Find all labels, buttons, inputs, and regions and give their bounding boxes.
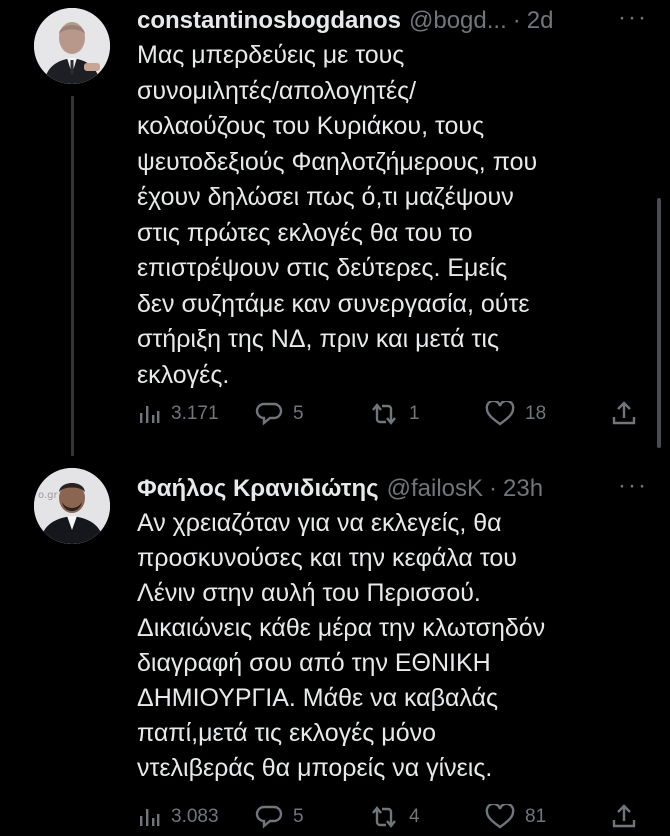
like-button[interactable]: 18 [485, 397, 546, 431]
retweet-icon [372, 806, 396, 828]
share-icon [612, 804, 636, 828]
tweet-text-line: στήριξη της ΝΔ, πριν και μετά τις [137, 325, 500, 353]
tweet-text-line: εκλογές. [137, 360, 230, 389]
tweet-text-line: έχουν δηλώσει πως ό,τι μαζέψουν [137, 183, 514, 211]
tweet-text-line: κολαούζους του Κυριάκου, τους [137, 112, 485, 140]
retweet-count: 1 [409, 403, 420, 424]
reply-icon [255, 402, 283, 426]
share-button[interactable] [611, 800, 637, 834]
tweet[interactable]: constantinosbogdanos @bogd... · 2d ··· Μ… [0, 0, 670, 456]
like-count: 18 [525, 403, 547, 424]
timestamp[interactable]: 2d [527, 7, 554, 35]
views-count: 3.083 [171, 806, 219, 827]
retweet-count: 4 [409, 806, 420, 827]
tweet-text-line: Μας μπερδεύεις με τους [137, 41, 405, 69]
tweet[interactable]: o.gr Φαήλος Κρανιδιώτης @failosK · 23h ·… [0, 460, 670, 836]
more-options-icon[interactable]: ··· [618, 472, 648, 500]
like-button[interactable]: 81 [485, 800, 546, 834]
retweet-icon [372, 403, 396, 425]
tweet-text-line: Δικαιώνεις κάθε μέρα την κλωτσηδόν [137, 614, 546, 642]
reply-count: 5 [293, 403, 304, 424]
reply-button[interactable]: 5 [255, 800, 304, 834]
tweet-text-line: στις πρώτες εκλογές θα του το [137, 218, 473, 247]
thread-connector-line [71, 96, 74, 456]
avatar[interactable] [34, 8, 110, 84]
analytics-icon [140, 406, 160, 423]
tweet-text-line: επιστρέψουν στις δεύτερες. Εμείς [137, 254, 508, 282]
tweet-text-line: παπί,μετά τις εκλογές μόνο [137, 719, 437, 747]
share-button[interactable] [611, 397, 637, 431]
views-button[interactable]: 3.083 [137, 800, 219, 834]
more-options-icon[interactable]: ··· [618, 4, 648, 32]
tweet-header: Φαήλος Κρανιδιώτης @failosK · 23h ··· [137, 472, 652, 506]
tweet-actions: 3.083 5 4 81 [137, 800, 647, 834]
retweet-button[interactable]: 4 [369, 800, 420, 834]
display-name[interactable]: Φαήλος Κρανιδιώτης [137, 475, 379, 503]
username[interactable]: @bogd... [409, 7, 507, 35]
tweet-text: Μας μπερδεύεις με τους συνομιλητές/απολο… [137, 38, 657, 393]
reply-icon [255, 805, 283, 829]
tweet-text: Αν χρειαζόταν για να εκλεγείς, θα προσκυ… [137, 506, 657, 786]
tweet-text-line: ψευτοδεξιούς Φαηλοτζήμερους, που [137, 147, 538, 176]
username[interactable]: @failosK [387, 475, 483, 503]
tweet-text-line: ντελιβεράς θα μπορείς να γίνεις. [137, 754, 493, 782]
profile-photo [34, 8, 110, 84]
like-count: 81 [525, 806, 547, 827]
tweet-text-line: συνομιλητές/απολογητές/ [137, 76, 417, 105]
scrollbar[interactable] [657, 198, 661, 448]
tweet-text-line: Λένιν στην αυλή του Περισσού. [137, 579, 481, 607]
tweet-header: constantinosbogdanos @bogd... · 2d ··· [137, 4, 652, 38]
reply-count: 5 [293, 806, 304, 827]
analytics-icon [140, 809, 160, 826]
avatar[interactable]: o.gr [34, 468, 110, 544]
watermark-text: o.gr [38, 490, 58, 501]
tweet-actions: 3.171 5 1 18 [137, 397, 647, 431]
tweet-text-line: προσκυνούσες και την κεφάλα του [137, 544, 517, 572]
separator-dot: · [489, 475, 498, 502]
tweet-text-line: δεν συζητάμε καν συνεργασία, ούτε [137, 289, 530, 318]
tweet-text-line: Αν χρειαζόταν για να εκλεγείς, θα [137, 509, 502, 537]
reply-button[interactable]: 5 [255, 397, 304, 431]
tweet-text-line: διαγραφή σου από την ΕΘΝΙΚΗ [137, 649, 491, 677]
heart-icon [485, 804, 515, 829]
timestamp[interactable]: 23h [503, 475, 543, 503]
separator-dot: · [512, 7, 521, 34]
views-button[interactable]: 3.171 [137, 397, 219, 431]
heart-icon [485, 401, 515, 426]
share-icon [612, 401, 636, 425]
tweet-text-line: ΔΗΜΙΟΥΡΓΙΑ. Μάθε να καβαλάς [137, 684, 499, 712]
profile-photo: o.gr [34, 468, 110, 544]
display-name[interactable]: constantinosbogdanos [137, 7, 401, 35]
views-count: 3.171 [171, 403, 219, 424]
retweet-button[interactable]: 1 [369, 397, 420, 431]
